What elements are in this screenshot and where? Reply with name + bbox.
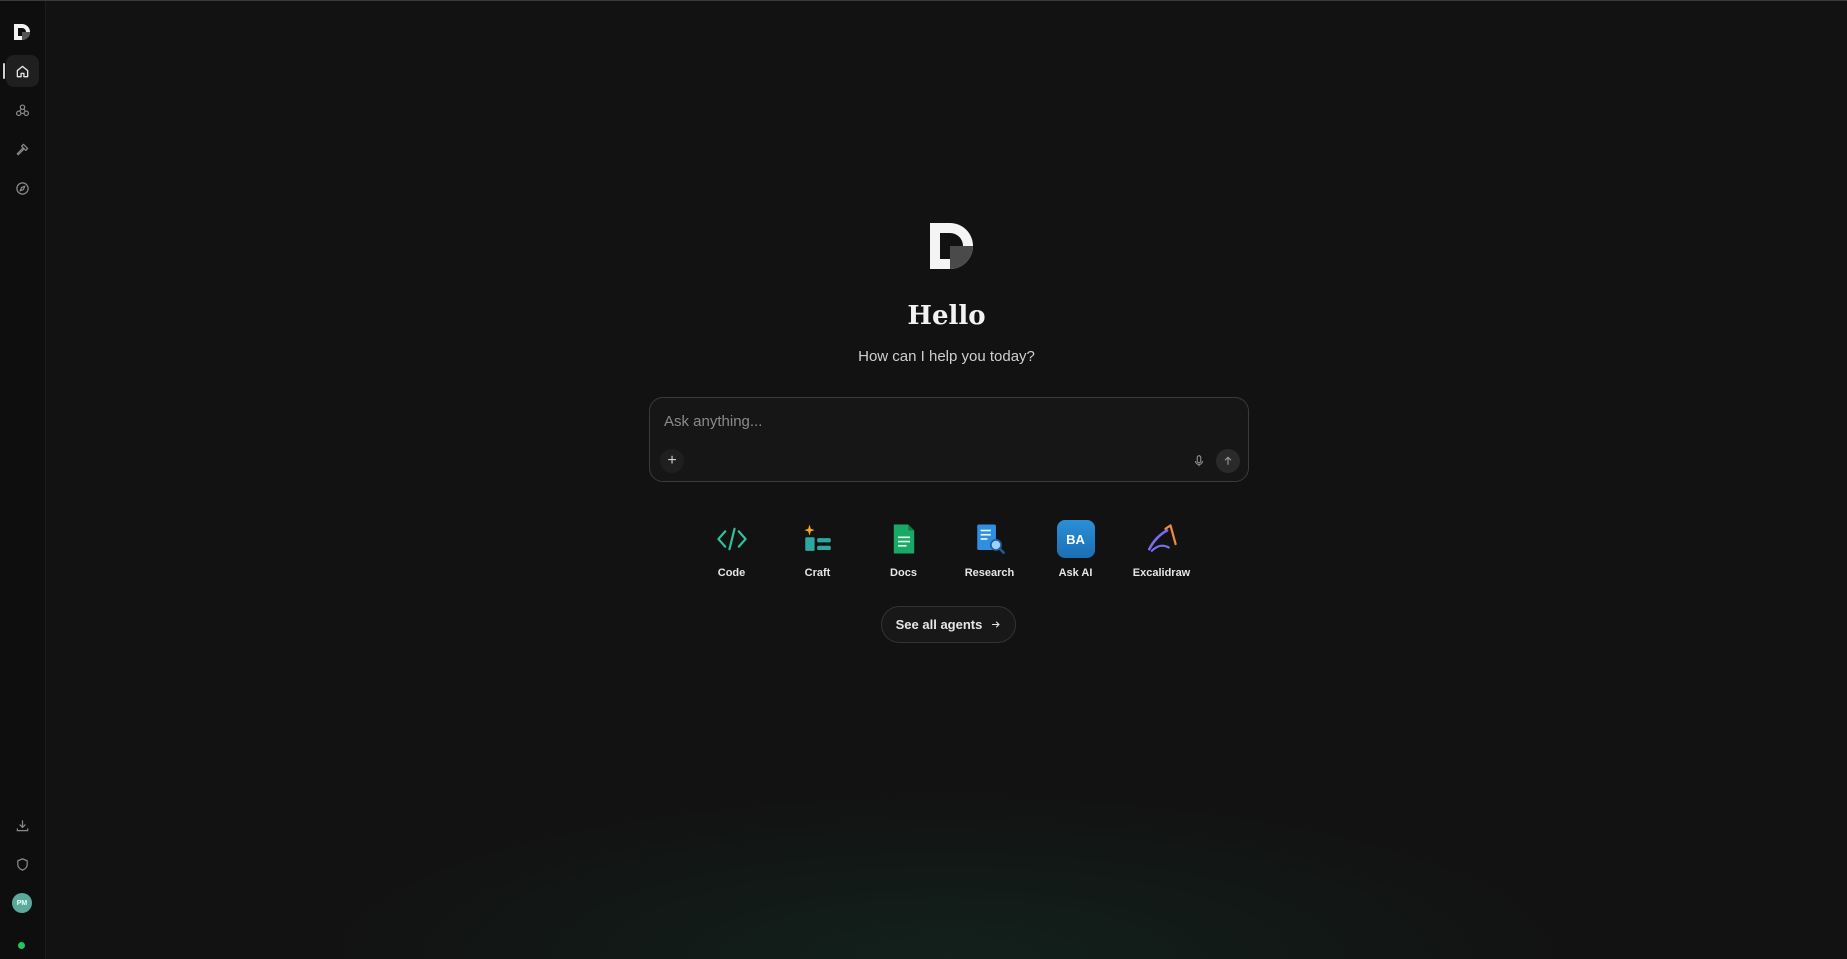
arrow-right-icon xyxy=(992,621,1001,628)
app-logo[interactable] xyxy=(11,21,33,43)
agent-label: Research xyxy=(964,567,1015,579)
ask-ai-icon: BA xyxy=(1056,520,1095,558)
agent-craft[interactable]: Craft xyxy=(798,519,838,579)
send-button[interactable] xyxy=(1216,449,1240,473)
sidebar-item-agents[interactable] xyxy=(6,94,39,126)
agent-label: Docs xyxy=(890,567,917,579)
agent-docs[interactable]: Docs xyxy=(884,519,924,579)
home-icon xyxy=(16,65,29,77)
main-content: Hello How can I help you today? + Code xyxy=(46,1,1847,959)
agents-icon xyxy=(15,103,30,116)
arrow-up-icon xyxy=(1224,456,1232,465)
voice-input-button[interactable] xyxy=(1190,452,1208,470)
avatar[interactable]: PM xyxy=(12,893,32,913)
docs-icon xyxy=(893,524,914,554)
compass-icon xyxy=(16,181,29,195)
see-all-agents-button[interactable]: See all agents xyxy=(881,606,1016,643)
craft-icon xyxy=(803,524,831,551)
excalidraw-icon xyxy=(1147,524,1177,552)
page-subtitle: How can I help you today? xyxy=(858,348,1035,365)
sidebar-item-home[interactable] xyxy=(3,55,39,87)
sidebar-item-explore[interactable] xyxy=(6,172,39,204)
agent-ask-ai[interactable]: BA Ask AI xyxy=(1056,519,1096,579)
hammer-icon xyxy=(16,143,29,156)
ask-input[interactable] xyxy=(664,408,1224,434)
code-icon xyxy=(716,527,747,551)
microphone-icon xyxy=(1194,455,1204,467)
see-all-label: See all agents xyxy=(895,617,983,632)
status-indicator xyxy=(18,942,25,949)
sidebar-item-privacy[interactable] xyxy=(6,848,39,880)
sidebar: PM xyxy=(0,1,46,959)
download-icon xyxy=(16,819,29,831)
agent-code[interactable]: Code xyxy=(712,519,752,579)
plus-icon: + xyxy=(667,452,677,469)
agent-excalidraw[interactable]: Excalidraw xyxy=(1133,519,1190,579)
research-icon xyxy=(976,524,1005,554)
agent-research[interactable]: Research xyxy=(965,519,1014,579)
sidebar-item-download[interactable] xyxy=(6,809,39,841)
agent-label: Excalidraw xyxy=(1132,567,1191,579)
agent-shortcuts: Code Craft Docs Research BA Ask AI Excal… xyxy=(46,519,1847,579)
hero-logo xyxy=(926,219,978,273)
attach-button[interactable]: + xyxy=(660,449,684,473)
chat-composer: + xyxy=(649,397,1249,482)
sidebar-item-tools[interactable] xyxy=(6,133,39,165)
agent-label: Ask AI xyxy=(1058,567,1093,579)
shield-icon xyxy=(17,857,28,871)
page-title: Hello xyxy=(907,301,986,331)
agent-label: Code xyxy=(717,567,746,579)
agent-label: Craft xyxy=(804,567,831,579)
